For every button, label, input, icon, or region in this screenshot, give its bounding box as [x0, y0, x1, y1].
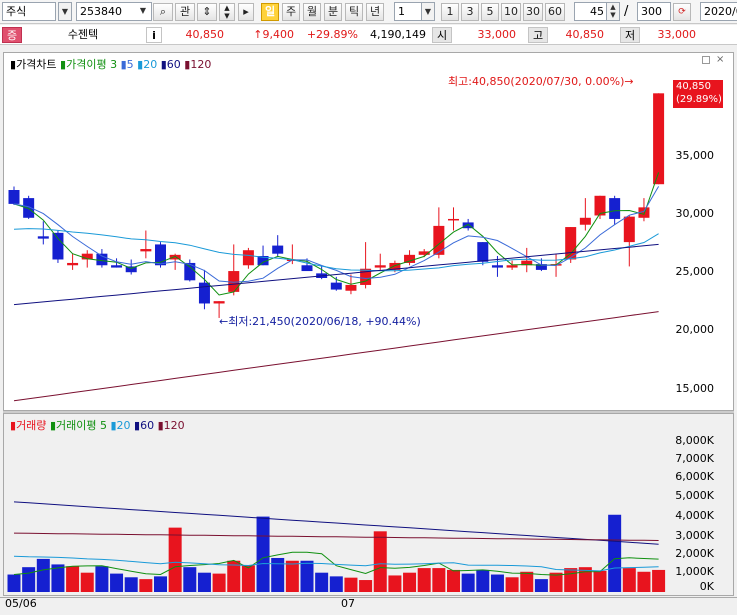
price-tick: 20,000 [675, 323, 715, 336]
low-annotation: ←최저:21,450(2020/06/18, +90.44%) [219, 315, 421, 328]
price-tick: 35,000 [675, 149, 715, 162]
volume-tick: 5,000K [675, 489, 714, 502]
volume-legend-ma5: 5 [99, 419, 107, 432]
candle-body [653, 93, 665, 185]
volume-tick: 0K [699, 580, 714, 593]
candle-body [140, 249, 152, 252]
x-axis-label: 07 [341, 597, 355, 610]
volume-tick: 1,000K [675, 565, 714, 578]
volume-legend-ma: 거래이평 [56, 419, 97, 432]
volume-tick: 3,000K [675, 529, 714, 542]
candle-body [448, 218, 459, 221]
candle-body [330, 282, 342, 290]
volume-legend: ▮거래량 ▮거래이평 5 ▮20 ▮60 ▮120 [10, 419, 185, 432]
candle-body [198, 282, 210, 304]
volume-tick: 4,000K [675, 509, 714, 522]
candle-body [8, 190, 20, 204]
volume-tick: 8,000K [675, 434, 714, 447]
volume-chart-panel [3, 413, 734, 596]
price-plot [3, 93, 734, 413]
price-tick: 15,000 [675, 382, 715, 395]
volume-tick: 6,000K [675, 470, 714, 483]
candle-body [301, 265, 313, 272]
volume-legend-ma60: 60 [140, 419, 155, 432]
candle-body [111, 265, 123, 268]
candle-body [491, 265, 503, 268]
candle-body [52, 232, 64, 260]
candle-body [67, 262, 79, 266]
volume-legend-ma120: 120 [163, 419, 185, 432]
candle-body [37, 236, 49, 239]
candle-body [242, 250, 254, 266]
candle-body [506, 265, 518, 268]
candle-body [609, 198, 621, 219]
price-tick: 25,000 [675, 265, 715, 278]
price-tick: 30,000 [675, 207, 715, 220]
candle-body [272, 245, 284, 254]
x-axis-label: 05/06 [5, 597, 37, 610]
volume-tick: 2,000K [675, 547, 714, 560]
candle-body [213, 301, 225, 304]
ma60-line [13, 243, 659, 306]
volume-legend-ma20: 20 [116, 419, 131, 432]
x-axis-line [0, 597, 737, 598]
volume-tick: 7,000K [675, 452, 714, 465]
current-price-tag-pct: (29.89%) [676, 94, 722, 105]
candle-body [374, 265, 386, 268]
high-annotation: 최고:40,850(2020/07/30, 0.00%)→ [448, 75, 634, 88]
candle-body [623, 216, 635, 243]
candle-body [579, 217, 591, 225]
candle-body [477, 242, 489, 262]
ma20-line [13, 228, 659, 272]
current-price-tag: 40,850 (29.89%) [673, 80, 723, 108]
volume-legend-title: 거래량 [16, 419, 47, 432]
current-price-tag-value: 40,850 [676, 81, 711, 92]
ma3-line [13, 172, 660, 296]
candle-body [345, 284, 357, 291]
ma5-line [13, 186, 660, 283]
candle-body [23, 198, 35, 218]
